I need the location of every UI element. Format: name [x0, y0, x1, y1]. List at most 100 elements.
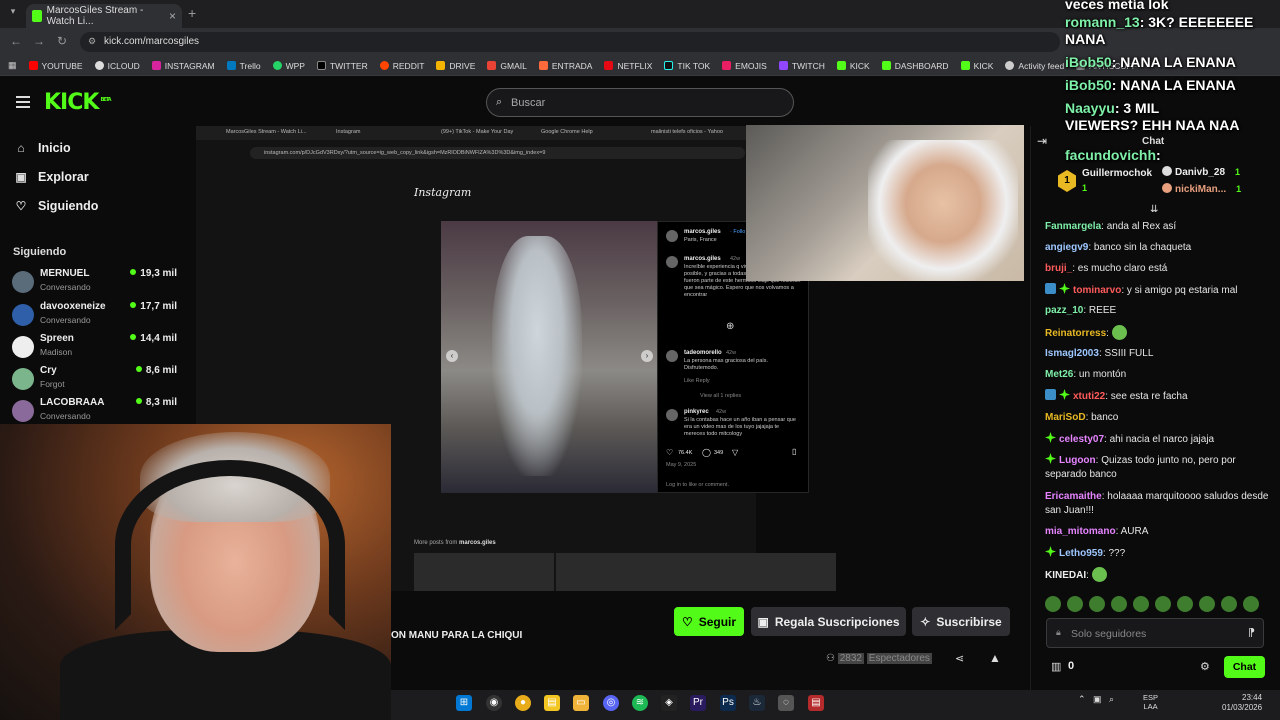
- chat-message: Ericamaithe: holaaaa marquitoooo saludos…: [1045, 491, 1269, 516]
- chat-username[interactable]: pazz_10: [1045, 305, 1083, 316]
- chat-username[interactable]: Ismagl2003: [1045, 348, 1099, 359]
- bookmark[interactable]: YOUTUBE: [28, 61, 83, 71]
- system-tray: ⌃ ▣ ⌕: [1078, 694, 1115, 704]
- top-gifter[interactable]: nickiMan... 1: [1162, 183, 1241, 195]
- search-input[interactable]: ⌕ Buscar: [486, 88, 794, 117]
- menu-icon[interactable]: [16, 96, 30, 108]
- chat-username[interactable]: KINEDAI: [1045, 570, 1086, 581]
- follow-button[interactable]: ♡ Seguir: [674, 607, 744, 636]
- chat-message: xtuti22: see esta re facha: [1045, 389, 1270, 404]
- bookmark[interactable]: KICK: [960, 61, 993, 71]
- chat-username[interactable]: MariSoD: [1045, 412, 1086, 423]
- chat-message: Reinatorress:: [1045, 325, 1270, 341]
- share-icon[interactable]: ⋖: [955, 652, 964, 665]
- verified-badge-icon: [1059, 389, 1070, 400]
- subscribe-button[interactable]: ✧ Suscribirse: [912, 607, 1010, 636]
- more-post-thumbnail: [414, 553, 554, 591]
- chat-text: REEE: [1088, 305, 1117, 316]
- chat-text: anda al Rex así: [1106, 221, 1177, 232]
- bookmark[interactable]: GMAIL: [487, 61, 527, 71]
- reload-icon[interactable]: ↻: [57, 34, 67, 48]
- chat-message: Fanmargela: anda al Rex así: [1045, 221, 1177, 232]
- overlay-message: NANA: [1065, 31, 1105, 47]
- url-field[interactable]: ⚙ kick.com/marcosgiles: [80, 32, 1060, 52]
- forward-icon[interactable]: →: [33, 34, 45, 48]
- verified-badge-icon: [1045, 453, 1056, 464]
- chat-text: y si amigo pq estaria mal: [1126, 285, 1238, 296]
- chat-username[interactable]: Reinatorress: [1045, 328, 1106, 339]
- bookmark[interactable]: INSTAGRAM: [151, 61, 215, 71]
- overlay-text: veces metía lok: [1065, 0, 1169, 12]
- home-icon: ⌂: [17, 141, 25, 155]
- bookmark[interactable]: ENTRADA: [538, 61, 592, 71]
- new-tab-icon[interactable]: +: [188, 5, 196, 21]
- send-chat-button[interactable]: Chat: [1224, 656, 1265, 678]
- webcam-secondary-person: [868, 140, 1018, 281]
- chrome-icon: ●: [515, 695, 531, 711]
- steam-icon: ♨: [749, 695, 765, 711]
- chat-username[interactable]: Met26: [1045, 369, 1073, 380]
- emote-picker-icon[interactable]: ⁋: [1248, 626, 1255, 639]
- chat-input[interactable]: 🔒︎ Solo seguidores ⁋: [1046, 618, 1264, 648]
- overlay-message: veces metía lok: [1065, 0, 1169, 12]
- nav-following[interactable]: ♡ Siguiendo: [14, 199, 99, 213]
- folder-icon: ▭: [573, 695, 589, 711]
- chat-username[interactable]: tominarvo: [1073, 285, 1121, 296]
- expand-icon[interactable]: ⇊: [1150, 204, 1158, 215]
- bookmark[interactable]: DASHBOARD: [881, 61, 949, 71]
- gear-icon[interactable]: ⚙: [1200, 660, 1210, 673]
- browser-tab-active[interactable]: MarcosGiles Stream - Watch Li... ×: [26, 4, 182, 28]
- close-tab-icon[interactable]: ×: [169, 9, 176, 23]
- discord-icon: ◎: [603, 695, 619, 711]
- nav-home[interactable]: ⌂ Inicio: [14, 141, 70, 155]
- chat-message: Letho959: ???: [1045, 546, 1270, 561]
- chat-username[interactable]: angiegv9: [1045, 242, 1088, 253]
- following-channel[interactable]: Cry Forgot 8,6 mil: [12, 365, 177, 395]
- top-gifter[interactable]: Danivb_28 1: [1162, 166, 1240, 178]
- following-channel[interactable]: davooxeneize Conversando 17,7 mil: [12, 301, 177, 331]
- bookmark[interactable]: ICLOUD: [94, 61, 140, 71]
- tab-search-icon[interactable]: ▾: [6, 6, 20, 20]
- chat-username[interactable]: celesty07: [1059, 434, 1104, 445]
- bookmark[interactable]: TWITCH: [778, 61, 825, 71]
- chat-username[interactable]: xtuti22: [1073, 391, 1105, 402]
- kick-logo[interactable]: KICK BETA: [44, 90, 112, 115]
- avatar: [666, 350, 678, 362]
- nav-explore[interactable]: ▣ Explorar: [14, 170, 88, 184]
- bookmark[interactable]: WPP: [272, 61, 305, 71]
- overlay-text: NANA: [1065, 31, 1106, 47]
- apps-icon[interactable]: ▦: [8, 60, 17, 71]
- following-channel[interactable]: LACOBRAAA Conversando 8,3 mil: [12, 397, 177, 427]
- chat-title: Chat: [1142, 136, 1165, 147]
- site-info-icon[interactable]: ⚙: [88, 36, 96, 47]
- following-channel[interactable]: Spreen Madison 14,4 mil: [12, 333, 177, 363]
- bookmark[interactable]: Activity feed: [1005, 61, 1064, 71]
- report-icon[interactable]: ▲: [989, 651, 1001, 665]
- bookmark[interactable]: REDDIT: [379, 61, 424, 71]
- back-icon[interactable]: ←: [10, 34, 22, 48]
- following-channel[interactable]: MERNUEL Conversando 19,3 mil: [12, 268, 177, 298]
- chat-message: pazz_10: REEE: [1045, 305, 1117, 316]
- points-icon[interactable]: ▥: [1051, 660, 1061, 673]
- bookmark[interactable]: Trello: [226, 61, 261, 71]
- bookmark[interactable]: EMOJIS: [722, 61, 767, 71]
- emote-bar[interactable]: [1045, 596, 1270, 612]
- bookmark[interactable]: TWITTER: [316, 61, 368, 71]
- overlay-username: iBob50: [1065, 54, 1112, 70]
- top-gifter[interactable]: Guillermochok: [1082, 168, 1152, 179]
- bookmark[interactable]: TIK TOK: [664, 61, 710, 71]
- bookmark[interactable]: KICK: [836, 61, 870, 71]
- gift-subs-button[interactable]: ▣ Regala Suscripciones: [751, 607, 906, 636]
- chat-username[interactable]: Lugoon: [1059, 455, 1096, 466]
- chat-text: ???: [1108, 548, 1126, 559]
- bookmark[interactable]: DRIVE: [436, 61, 475, 71]
- captured-url: instagram.com/p/DJcGdV3RDxy/?utm_source=…: [250, 147, 745, 159]
- bookmark[interactable]: NETFLIX: [604, 61, 652, 71]
- chat-username[interactable]: mia_mitomano: [1045, 526, 1116, 537]
- collapse-chat-icon[interactable]: ⇥: [1037, 134, 1047, 148]
- chat-username[interactable]: Ericamaithe: [1045, 491, 1102, 502]
- chat-username[interactable]: Letho959: [1059, 548, 1103, 559]
- chat-username[interactable]: Fanmargela: [1045, 221, 1101, 232]
- chat-username[interactable]: bruji_: [1045, 263, 1072, 274]
- chat-text: ahi nacia el narco jajaja: [1109, 434, 1215, 445]
